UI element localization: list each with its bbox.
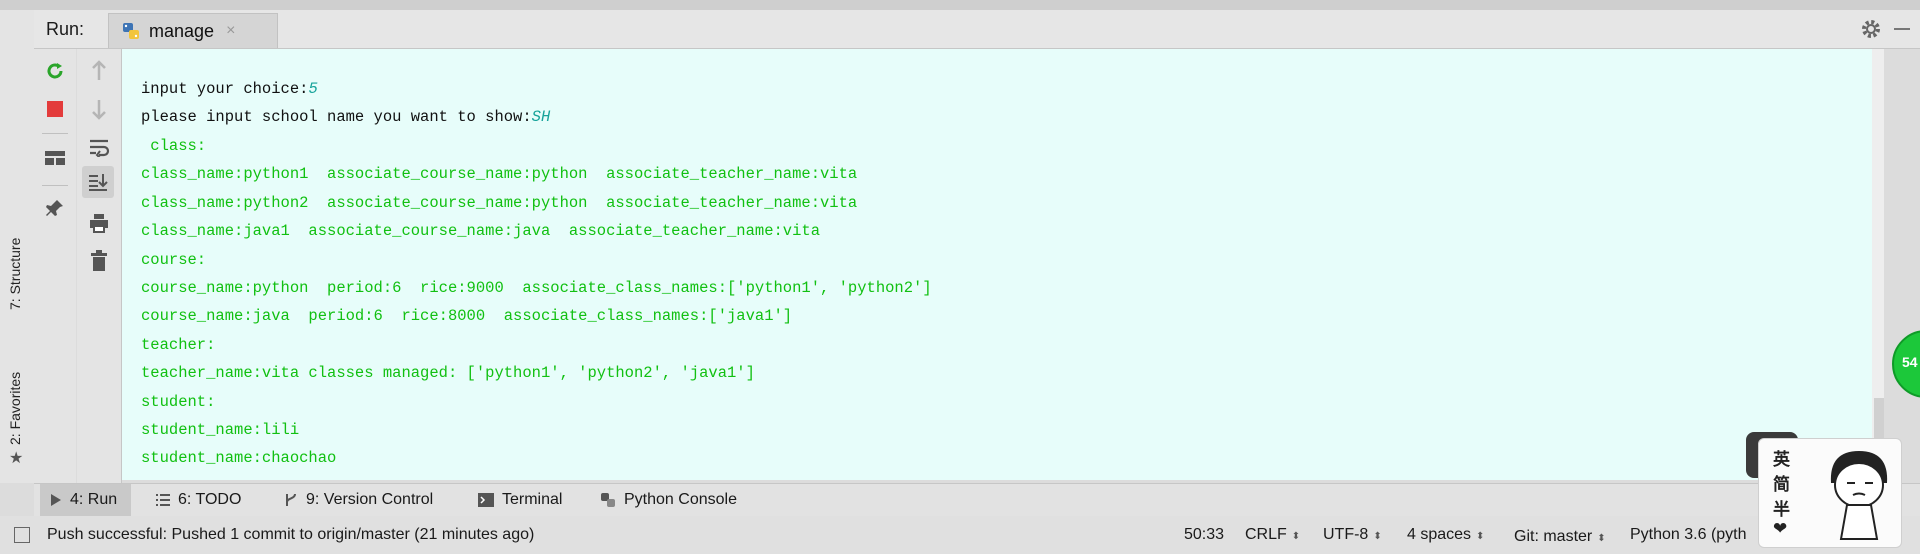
soft-wrap-icon[interactable] <box>85 133 113 161</box>
git-branch[interactable]: Git: master ⬍ <box>1514 528 1606 546</box>
indent-setting-label: 4 spaces <box>1407 526 1472 543</box>
python-interpreter[interactable]: Python 3.6 (pyth <box>1630 526 1747 544</box>
run-toolbar-primary <box>34 49 76 483</box>
run-tool-tab[interactable]: 4: Run <box>40 484 132 516</box>
git-branch-label: Git: master <box>1514 528 1593 545</box>
console-line: course_name:python period:6 rice:9000 as… <box>141 279 932 297</box>
close-tab-icon[interactable]: × <box>226 22 235 40</box>
console-user-input: 5 <box>308 80 318 98</box>
run-tool-tab-label: 4: Run <box>70 491 118 508</box>
console-line: class_name:java1 associate_course_name:j… <box>141 222 821 240</box>
terminal-icon <box>478 493 494 507</box>
console-line: teacher_name:vita classes managed: ['pyt… <box>141 364 755 382</box>
console-line: class_name:python2 associate_course_name… <box>141 194 858 212</box>
line-separator-label: CRLF <box>1245 526 1287 543</box>
python-console-tool-tab-label: Python Console <box>624 491 737 508</box>
version-control-tool-tab-label: 9: Version Control <box>306 491 434 508</box>
sticker-char: 英 <box>1773 450 1790 470</box>
console-line: student: <box>141 393 216 411</box>
favorites-tab-label: 2: Favorites <box>7 371 23 445</box>
updown-icon: ⬍ <box>1476 531 1485 542</box>
console-line: course: <box>141 251 207 269</box>
badge-count: 54 <box>1902 354 1918 370</box>
console-prompt: please input school name you want to sho… <box>141 108 532 126</box>
todo-tool-tab[interactable]: 6: TODO <box>156 484 241 516</box>
updown-icon: ⬍ <box>1291 531 1301 542</box>
console-line: course_name:java period:6 rice:8000 asso… <box>141 307 793 325</box>
line-separator[interactable]: CRLF ⬍ <box>1245 526 1300 544</box>
gear-icon[interactable] <box>1860 18 1882 40</box>
toolbar-divider <box>42 185 68 186</box>
panel-toggle-icon[interactable] <box>14 527 30 543</box>
up-arrow-icon[interactable] <box>85 57 113 85</box>
run-icon <box>50 493 62 507</box>
print-icon[interactable] <box>85 209 113 237</box>
console-user-input: SH <box>531 108 551 126</box>
left-vertical-tabs: 7: Structure 2: Favorites ★ <box>0 200 34 480</box>
file-encoding-label: UTF-8 <box>1323 526 1369 543</box>
console-line: please input school name you want to sho… <box>141 108 550 126</box>
star-icon: ★ <box>9 450 24 467</box>
sticker-overlay: 英 简 半 ❤ <box>1758 438 1902 548</box>
trash-icon[interactable] <box>85 247 113 275</box>
run-panel-header: Run: manage × <box>34 10 1920 49</box>
caret-position[interactable]: 50:33 <box>1184 526 1224 544</box>
scroll-to-end-icon[interactable] <box>82 166 114 198</box>
todo-tool-tab-label: 6: TODO <box>178 491 242 508</box>
minimize-icon[interactable] <box>1894 28 1910 30</box>
favorites-tab[interactable]: 2: Favorites <box>7 372 23 445</box>
list-icon <box>156 494 170 506</box>
run-label: Run: <box>46 19 85 39</box>
structure-tab[interactable]: 7: Structure <box>7 238 23 310</box>
file-encoding[interactable]: UTF-8 ⬍ <box>1323 526 1382 544</box>
sticker-char: ❤ <box>1773 519 1788 539</box>
console-prompt: input your choice: <box>141 80 309 98</box>
editor-tabs-strip <box>0 0 1920 10</box>
down-arrow-icon[interactable] <box>85 95 113 123</box>
console-line: teacher: <box>141 336 216 354</box>
rerun-icon[interactable] <box>41 57 69 85</box>
python-icon <box>123 23 139 39</box>
run-toolbar-secondary <box>77 49 122 483</box>
sticker-char: 简 <box>1773 475 1790 495</box>
tab-manage-label: manage <box>149 20 215 41</box>
console-line: student_name:chaochao <box>141 449 337 467</box>
terminal-tool-tab-label: Terminal <box>502 491 563 508</box>
updown-icon: ⬍ <box>1597 533 1606 544</box>
console-line: class_name:python1 associate_course_name… <box>141 165 858 183</box>
python-console-icon <box>600 492 616 508</box>
stop-icon[interactable] <box>41 95 69 123</box>
console-line: input your choice:5 <box>141 80 318 98</box>
sticker-char: 半 <box>1773 500 1790 520</box>
tab-manage[interactable]: manage × <box>108 13 278 48</box>
structure-tab-label: 7: Structure <box>7 237 23 310</box>
updown-icon: ⬍ <box>1373 531 1382 542</box>
branch-icon <box>284 492 298 508</box>
console-line: student_name:lili <box>141 421 300 439</box>
version-control-tool-tab[interactable]: 9: Version Control <box>284 484 433 516</box>
terminal-tool-tab[interactable]: Terminal <box>478 484 562 516</box>
tool-window-tabs: 4: Run 6: TODO 9: Version Control Termin… <box>34 483 1920 517</box>
cartoon-character-icon <box>1830 451 1888 540</box>
python-console-tool-tab[interactable]: Python Console <box>600 484 737 516</box>
layout-icon[interactable] <box>41 144 69 172</box>
pin-icon[interactable] <box>41 194 69 222</box>
floating-badge[interactable]: 54 <box>1892 330 1920 398</box>
status-bar: Push successful: Pushed 1 commit to orig… <box>0 516 1920 554</box>
console-output[interactable]: input your choice:5 please input school … <box>122 49 1884 480</box>
indent-setting[interactable]: 4 spaces ⬍ <box>1407 526 1484 544</box>
toolbar-divider <box>42 133 68 134</box>
status-message[interactable]: Push successful: Pushed 1 commit to orig… <box>47 526 534 544</box>
console-line: class: <box>141 137 207 155</box>
